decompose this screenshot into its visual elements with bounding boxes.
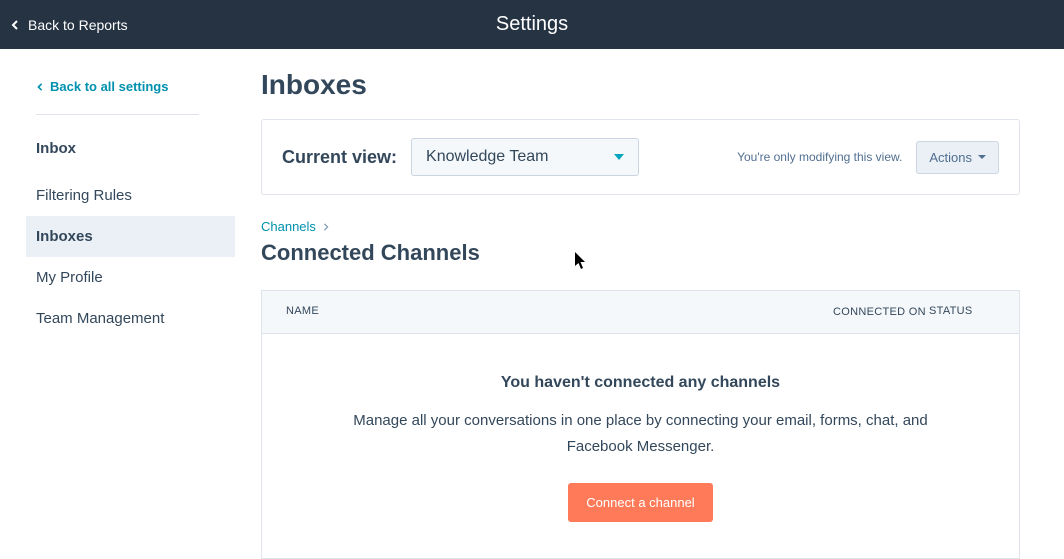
content-area: Back to all settings Inbox Filtering Rul… — [0, 49, 1064, 547]
sidebar-divider — [36, 114, 199, 115]
sidebar-item-label: Filtering Rules — [36, 187, 132, 204]
caret-down-icon — [978, 155, 986, 159]
back-to-reports-link[interactable]: Back to Reports — [10, 17, 128, 33]
sidebar-item-label: Team Management — [36, 310, 164, 327]
back-to-reports-label: Back to Reports — [28, 17, 128, 33]
empty-description: Manage all your conversations in one pla… — [342, 408, 939, 459]
sidebar-item-my-profile[interactable]: My Profile — [0, 257, 235, 298]
table-header: NAME CONNECTED ON STATUS — [262, 291, 1019, 334]
sidebar-item-filtering-rules[interactable]: Filtering Rules — [0, 175, 235, 216]
main-panel: Inboxes Current view: Knowledge Team You… — [235, 49, 1064, 547]
connect-channel-button[interactable]: Connect a channel — [568, 483, 712, 522]
sidebar-item-label: My Profile — [36, 269, 103, 286]
page-title: Inboxes — [261, 69, 1020, 101]
breadcrumb[interactable]: Channels — [261, 219, 1020, 234]
current-view-value: Knowledge Team — [426, 148, 548, 166]
sidebar-section-label: Inbox — [36, 140, 199, 157]
back-to-settings-label: Back to all settings — [50, 79, 168, 94]
app-header: Back to Reports Settings — [0, 0, 1064, 49]
back-to-settings-link[interactable]: Back to all settings — [36, 79, 199, 94]
sidebar-item-team-management[interactable]: Team Management — [0, 298, 235, 339]
col-status: STATUS — [929, 291, 1019, 333]
sidebar: Back to all settings Inbox Filtering Rul… — [0, 49, 235, 547]
sidebar-item-label: Inboxes — [36, 228, 93, 245]
view-note: You're only modifying this view. — [737, 150, 902, 164]
current-view-label: Current view: — [282, 147, 397, 168]
caret-down-icon — [614, 154, 624, 160]
section-title: Connected Channels — [261, 240, 1020, 266]
current-view-panel: Current view: Knowledge Team You're only… — [261, 119, 1020, 195]
chevron-left-icon — [10, 20, 20, 30]
empty-state: You haven't connected any channels Manag… — [262, 334, 1019, 558]
channels-table: NAME CONNECTED ON STATUS You haven't con… — [261, 290, 1020, 559]
actions-button[interactable]: Actions — [916, 141, 999, 174]
chevron-left-icon — [36, 83, 44, 91]
current-view-select[interactable]: Knowledge Team — [411, 138, 639, 176]
actions-label: Actions — [929, 150, 972, 165]
sidebar-item-inboxes[interactable]: Inboxes — [26, 216, 235, 257]
col-connected-on: CONNECTED ON — [809, 291, 929, 333]
col-name: NAME — [262, 291, 809, 333]
empty-title: You haven't connected any channels — [342, 374, 939, 392]
breadcrumb-channels: Channels — [261, 219, 316, 234]
page-header-title: Settings — [496, 13, 568, 36]
chevron-right-icon — [322, 223, 330, 231]
